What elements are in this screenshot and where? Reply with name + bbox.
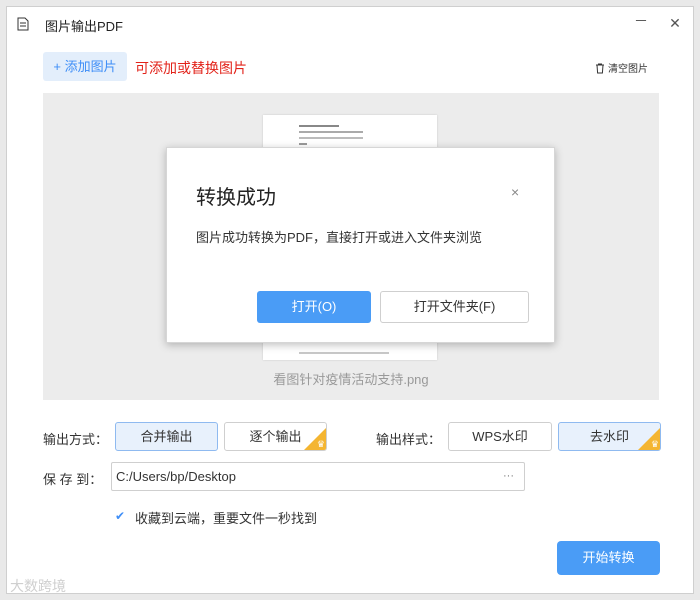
dialog-message: 图片成功转换为PDF，直接打开或进入文件夹浏览 <box>196 230 483 245</box>
cloud-save-label: 收藏到云端，重要文件一秒找到 <box>135 511 318 526</box>
save-path-value: C:/Users/bp/Desktop <box>116 469 236 484</box>
success-dialog: 转换成功 × 图片成功转换为PDF，直接打开或进入文件夹浏览 打开(O) 打开文… <box>166 147 555 343</box>
dialog-title: 转换成功 <box>196 187 276 209</box>
save-path-field[interactable]: C:/Users/bp/Desktop ··· <box>111 462 525 491</box>
window-title: 图片输出PDF <box>45 19 124 34</box>
remove-watermark-label: 去水印 <box>589 429 629 444</box>
start-convert-button[interactable]: 开始转换 <box>557 541 660 575</box>
crown-icon: ♛ <box>316 439 325 449</box>
app-window: 图片输出PDF － ✕ + 添加图片 可添加或替换图片 清空图片 看图针对疫情活… <box>6 6 694 594</box>
separate-output-label: 逐个输出 <box>249 429 302 444</box>
add-image-button[interactable]: + 添加图片 <box>43 52 127 81</box>
close-window-button[interactable]: ✕ <box>667 15 683 31</box>
watermark-logo: 大数跨境 <box>10 578 66 594</box>
preview-file-name: 看图针对疫情活动支持.png <box>273 372 429 387</box>
browse-folder-button[interactable]: ··· <box>503 463 514 490</box>
pdf-file-icon <box>17 17 29 31</box>
separate-output-option[interactable]: 逐个输出 ♛ <box>224 422 327 451</box>
crown-icon: ♛ <box>650 439 659 449</box>
wps-watermark-option[interactable]: WPS水印 <box>448 422 552 451</box>
open-folder-button[interactable]: 打开文件夹(F) <box>380 291 529 323</box>
clear-images-button[interactable]: 清空图片 <box>595 60 648 75</box>
output-mode-label: 输出方式： <box>43 432 109 447</box>
minimize-button[interactable]: － <box>633 13 649 29</box>
title-bar: 图片输出PDF － ✕ <box>7 7 693 41</box>
remove-watermark-option[interactable]: 去水印 ♛ <box>558 422 661 451</box>
cloud-save-checkbox[interactable]: ✔ <box>115 510 127 522</box>
merge-output-option[interactable]: 合并输出 <box>115 422 218 451</box>
trash-icon <box>596 63 604 74</box>
save-to-label: 保 存 到： <box>43 472 103 487</box>
open-file-button[interactable]: 打开(O) <box>257 291 371 323</box>
add-hint-text: 可添加或替换图片 <box>135 60 247 76</box>
output-style-label: 输出样式： <box>376 432 442 447</box>
dialog-close-icon[interactable]: × <box>511 184 519 200</box>
clear-images-label: 清空图片 <box>608 64 648 75</box>
